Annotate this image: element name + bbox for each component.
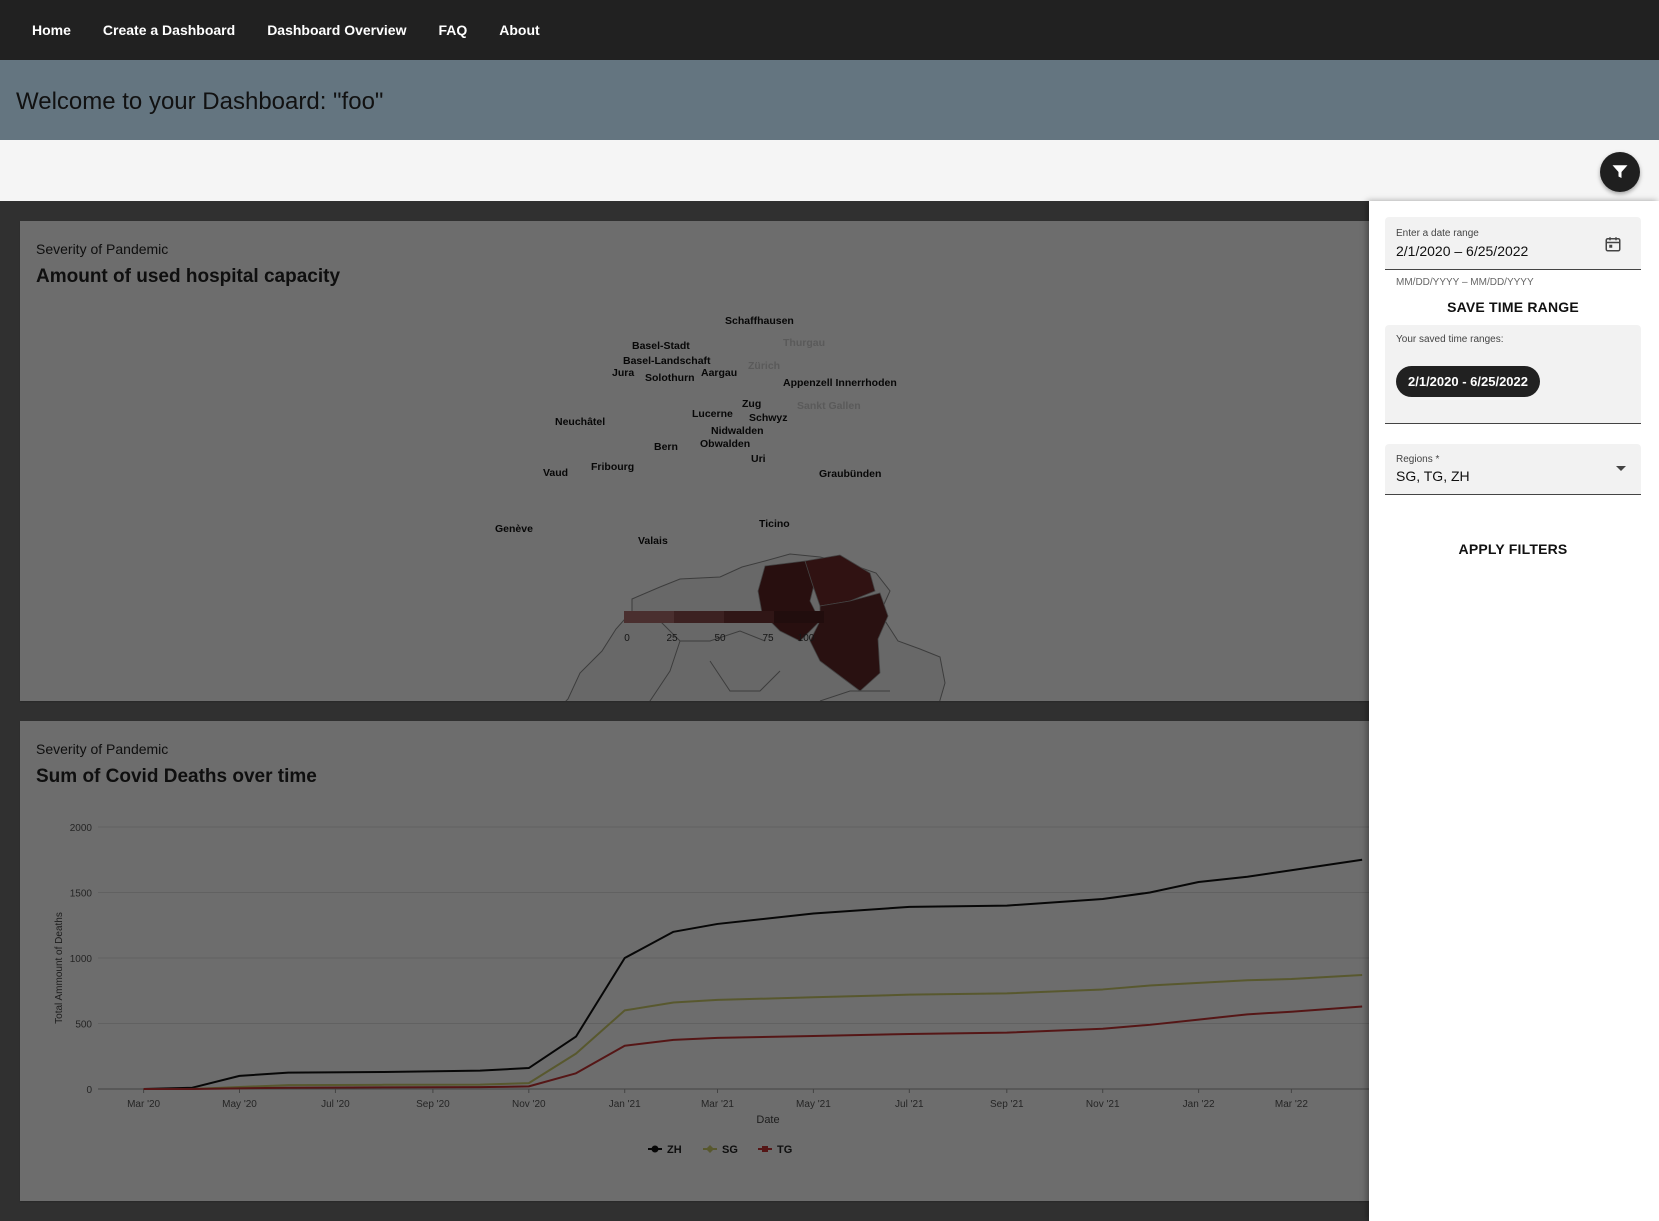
scale-tick-75: 75 <box>762 633 774 644</box>
scale-swatch-3 <box>724 611 774 623</box>
y-tick-label: 0 <box>86 1085 92 1096</box>
map-label-schaffhausen: Schaffhausen <box>725 315 794 327</box>
apply-filters-button[interactable]: APPLY FILTERS <box>1385 541 1641 557</box>
nav-about[interactable]: About <box>483 22 555 38</box>
x-tick-label: Mar '22 <box>1275 1099 1308 1110</box>
x-tick-label: Sep '21 <box>990 1099 1024 1110</box>
y-tick-label: 1500 <box>70 889 93 900</box>
map-label-vaud: Vaud <box>543 467 568 479</box>
map-label-schwyz: Schwyz <box>749 412 788 424</box>
map-label-ticino: Ticino <box>759 518 790 530</box>
x-axis-title: Date <box>756 1114 779 1126</box>
date-range-input[interactable]: 2/1/2020 – 6/25/2022 <box>1396 243 1528 259</box>
map-label-lucerne: Lucerne <box>692 408 733 420</box>
legend-label-zh: ZH <box>667 1144 682 1156</box>
map-label-sankt-gallen: Sankt Gallen <box>797 400 861 412</box>
scale-swatch-4 <box>774 611 824 623</box>
map-label-obwalden: Obwalden <box>700 438 750 450</box>
map-label-basel-stadt: Basel-Stadt <box>632 340 690 352</box>
x-tick-label: Jul '20 <box>321 1099 350 1110</box>
regions-value: SG, TG, ZH <box>1396 468 1470 484</box>
map-label-thurgau: Thurgau <box>783 337 825 349</box>
y-tick-label: 500 <box>75 1020 92 1031</box>
chevron-down-icon[interactable] <box>1615 465 1627 473</box>
map-label-zug: Zug <box>742 398 761 410</box>
map-label-aargau: Aargau <box>701 367 737 379</box>
nav-faq[interactable]: FAQ <box>422 22 483 38</box>
map-label-geneve: Genève <box>495 523 533 535</box>
x-tick-label: Mar '21 <box>701 1099 734 1110</box>
filter-side-panel: Enter a date range 2/1/2020 – 6/25/2022 … <box>1369 201 1659 1221</box>
map-label-bern: Bern <box>654 441 678 453</box>
filter-icon <box>1612 165 1628 178</box>
deaths-line-chart: 0 500 1000 1500 2000 Mar '20 May '20 Jul '20 Sep… <box>54 823 1370 1156</box>
scale-swatch-2 <box>674 611 724 623</box>
map-label-solothurn: Solothurn <box>645 372 695 384</box>
nav-dashboard-overview[interactable]: Dashboard Overview <box>251 22 422 38</box>
date-range-field[interactable]: Enter a date range 2/1/2020 – 6/25/2022 <box>1385 217 1641 270</box>
x-tick-label: Nov '21 <box>1086 1099 1120 1110</box>
x-tick-label: Jan '22 <box>1183 1099 1215 1110</box>
map-label-nidwalden: Nidwalden <box>711 425 764 437</box>
y-tick-label: 2000 <box>70 823 93 834</box>
map-card: Severity of Pandemic Amount of used hosp… <box>20 221 1370 701</box>
regions-label: Regions * <box>1396 454 1440 465</box>
map-label-zurich: Zürich <box>748 360 780 372</box>
scale-tick-100: 100 <box>798 633 815 644</box>
switzerland-map: Schaffhausen Thurgau Basel-Stadt Basel-L… <box>495 315 946 701</box>
save-time-range-button[interactable]: SAVE TIME RANGE <box>1385 299 1641 315</box>
legend-label-tg: TG <box>777 1144 792 1156</box>
regions-select[interactable]: Regions * SG, TG, ZH <box>1385 444 1641 495</box>
x-tick-label: May '20 <box>222 1099 257 1110</box>
filter-bar <box>0 140 1659 201</box>
deaths-chart-card: Severity of Pandemic Sum of Covid Deaths… <box>20 721 1370 1201</box>
y-tick-label: 1000 <box>70 954 93 965</box>
filter-button[interactable] <box>1600 152 1640 192</box>
calendar-icon[interactable] <box>1604 235 1622 253</box>
scale-tick-25: 25 <box>666 633 678 644</box>
legend-label-sg: SG <box>722 1144 738 1156</box>
x-tick-label: Nov '20 <box>512 1099 546 1110</box>
date-format-hint: MM/DD/YYYY – MM/DD/YYYY <box>1396 277 1534 288</box>
scale-tick-0: 0 <box>624 633 630 644</box>
saved-ranges-label: Your saved time ranges: <box>1396 334 1504 345</box>
x-tick-label: Sep '20 <box>416 1099 450 1110</box>
map-label-basel-landschaft: Basel-Landschaft <box>623 355 711 367</box>
date-range-label: Enter a date range <box>1396 228 1479 239</box>
map-label-uri: Uri <box>751 453 766 465</box>
map-label-appenzell: Appenzell Innerrhoden <box>783 377 897 389</box>
map-label-neuchatel: Neuchâtel <box>555 416 605 428</box>
page-title: Welcome to your Dashboard: "foo" <box>16 88 384 115</box>
legend-marker-sg <box>706 1145 714 1153</box>
x-tick-label: Mar '20 <box>127 1099 160 1110</box>
scale-tick-50: 50 <box>714 633 726 644</box>
welcome-header: Welcome to your Dashboard: "foo" <box>0 60 1659 140</box>
x-tick-label: May '21 <box>796 1099 831 1110</box>
map-label-graubunden: Graubünden <box>819 468 881 480</box>
series-line-zh <box>143 858 1363 1090</box>
x-tick-label: Jul '21 <box>895 1099 924 1110</box>
nav-create-dashboard[interactable]: Create a Dashboard <box>87 22 251 38</box>
saved-range-chip[interactable]: 2/1/2020 - 6/25/2022 <box>1396 366 1540 397</box>
x-tick-label: Jan '21 <box>609 1099 641 1110</box>
top-navbar: Home Create a Dashboard Dashboard Overvi… <box>0 0 1659 60</box>
y-axis-title: Total Ammount of Deaths <box>54 912 65 1024</box>
map-label-jura: Jura <box>612 367 634 379</box>
map-label-fribourg: Fribourg <box>591 461 634 473</box>
nav-home[interactable]: Home <box>16 22 87 38</box>
series-line-tg <box>143 1005 1363 1090</box>
legend-marker-tg <box>762 1146 768 1152</box>
legend-marker-zh <box>651 1145 659 1153</box>
map-label-valais: Valais <box>638 535 668 547</box>
saved-ranges-box: Your saved time ranges: 2/1/2020 - 6/25/… <box>1385 325 1641 424</box>
scale-swatch-1 <box>624 611 674 623</box>
